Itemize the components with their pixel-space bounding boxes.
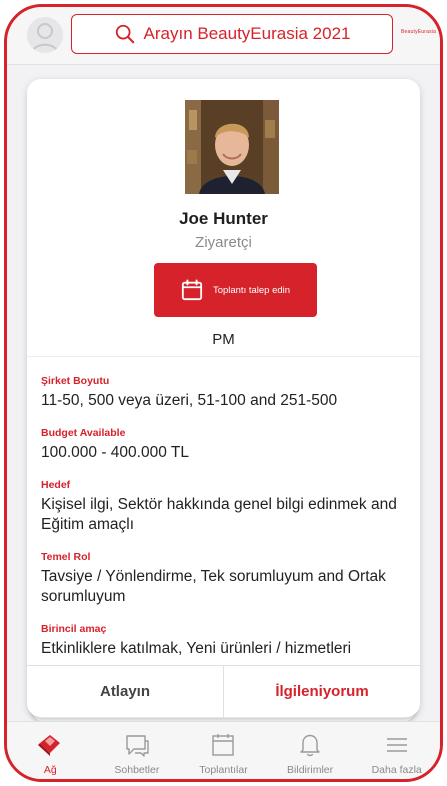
tab-chats[interactable]: Sohbetler [94,722,181,779]
detail-label: Birincil amaç [41,623,107,635]
user-avatar[interactable] [27,17,63,53]
detail-value: 11-50, 500 veya üzeri, 51-100 and 251-50… [41,392,338,409]
search-placeholder: Arayın BeautyEurasia 2021 [143,24,351,43]
detail-value: 100.000 - 400.000 TL [41,444,189,461]
top-bar: Arayın BeautyEurasia 2021 BeautyEurasia [7,7,440,65]
tab-label: Sohbetler [114,764,160,776]
profile-summary: Joe Hunter Ziyaretçi Toplantı talep edin… [27,79,420,356]
profile-company: PM [212,331,235,348]
search-bar[interactable]: Arayın BeautyEurasia 2021 [71,14,393,54]
app-frame: Arayın BeautyEurasia 2021 BeautyEurasia [4,4,443,782]
detail-field: Temel Rol Tavsiye / Yönlendirme, Tek sor… [41,551,406,607]
bell-icon [300,734,320,757]
menu-icon [386,738,407,752]
profile-card[interactable]: Joe Hunter Ziyaretçi Toplantı talep edin… [27,79,420,717]
skip-button[interactable]: Atlayın [27,666,224,717]
detail-value: Tavsiye / Yönlendirme, Tek sorumluyum an… [41,568,386,605]
tab-label: Bildirimler [287,764,334,776]
bottom-tab-bar: Ağ Sohbetler Toplantılar Bildirimler Dah… [7,721,440,779]
profile-photo [185,100,279,194]
profile-name: Joe Hunter [179,209,268,228]
detail-value: Kişisel ilgi, Sektör hakkında genel bilg… [41,496,397,533]
detail-label: Temel Rol [41,551,91,563]
card-action-bar: Atlayın İlgileniyorum [27,665,420,717]
detail-field: Şirket Boyutu 11-50, 500 veya üzeri, 51-… [41,375,406,411]
tab-meetings[interactable]: Toplantılar [180,722,267,779]
detail-field: Birincil amaç Etkinliklere katılmak, Yen… [41,623,406,659]
brand-logo: BeautyEurasia [401,29,437,35]
detail-value: Etkinliklere katılmak, Yeni ürünleri / h… [41,640,352,657]
detail-label: Budget Available [41,427,126,439]
detail-label: Şirket Boyutu [41,375,110,387]
chat-icon [126,735,149,757]
detail-field: Budget Available 100.000 - 400.000 TL [41,427,406,463]
tab-network[interactable]: Ağ [7,722,94,779]
profile-details[interactable]: Şirket Boyutu 11-50, 500 veya üzeri, 51-… [27,356,420,666]
search-icon [115,24,134,44]
tab-label: Daha fazla [371,764,422,776]
detail-field: Hedef Kişisel ilgi, Sektör hakkında gene… [41,479,406,535]
request-meeting-button[interactable]: Toplantı talep edin [154,263,317,317]
interested-button[interactable]: İlgileniyorum [224,666,420,717]
tab-notifications[interactable]: Bildirimler [267,722,354,779]
tab-more[interactable]: Daha fazla [353,722,440,779]
tab-label: Ağ [43,764,57,776]
network-icon [38,735,61,756]
tab-label: Toplantılar [199,764,248,776]
calendar-icon [181,279,203,301]
request-meeting-label: Toplantı talep edin [212,284,291,296]
user-avatar-icon [27,17,63,53]
detail-label: Hedef [41,479,71,491]
calendar-icon [212,734,235,756]
profile-photo-image [185,100,279,194]
profile-role: Ziyaretçi [195,234,252,251]
